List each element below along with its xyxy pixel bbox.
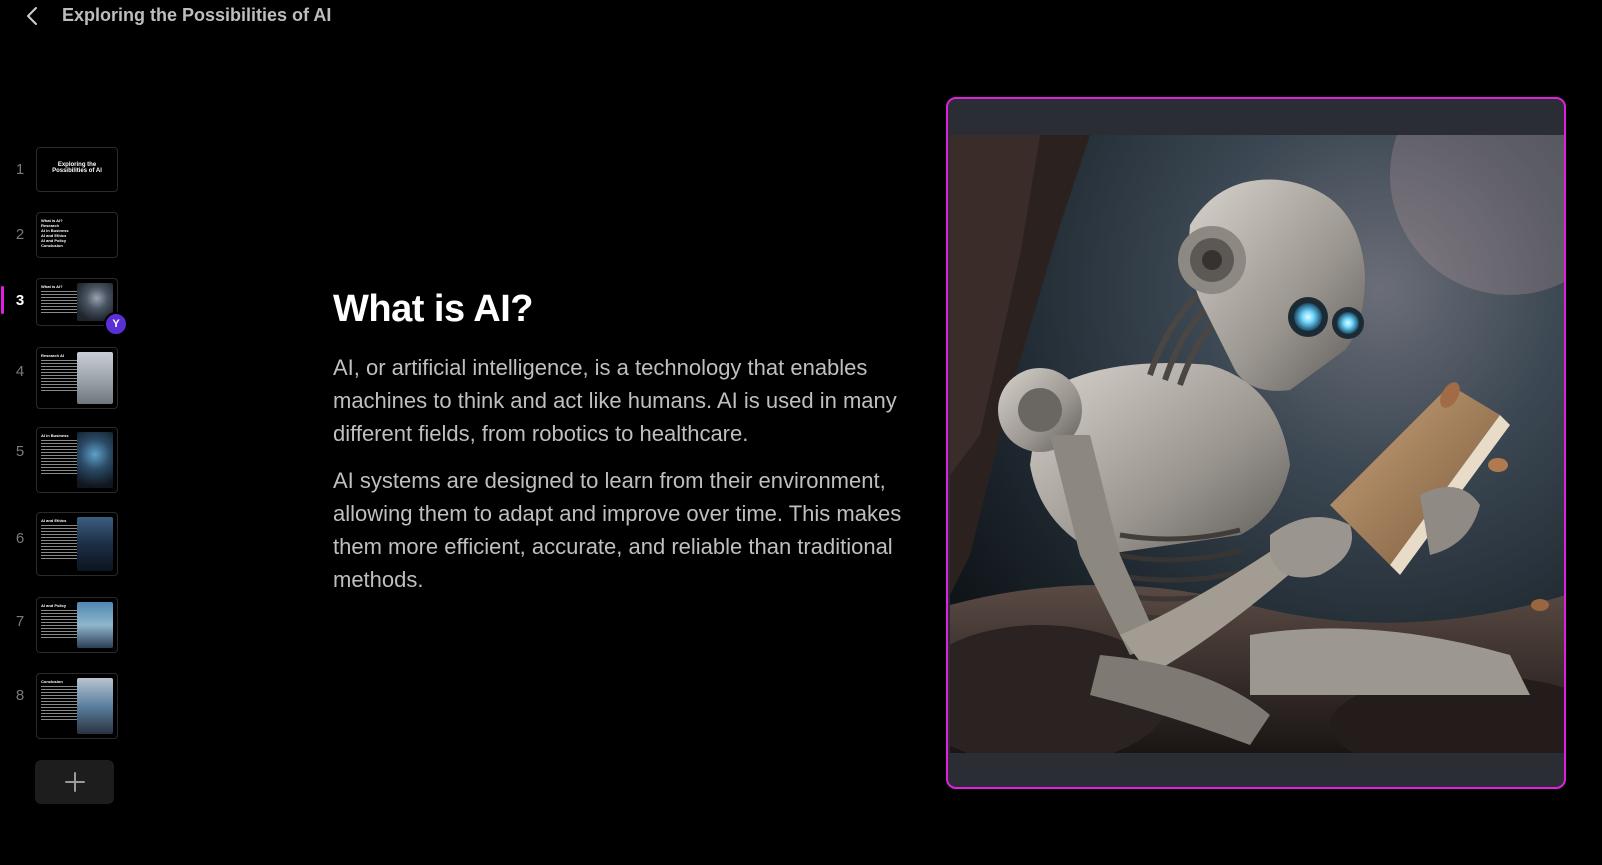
top-bar: Exploring the Possibilities of AI [0, 0, 1602, 36]
robot-reading-book-image [950, 135, 1564, 753]
robot-thumbnail-image [77, 678, 113, 734]
slide-number: 4 [15, 363, 25, 380]
document-title: Exploring the Possibilities of AI [62, 5, 332, 25]
slide-number: 3 [15, 292, 25, 309]
thumbnail-text-lines [41, 440, 77, 476]
thumbnail-title: Exploring the Possibilities of AI [52, 162, 102, 174]
robot-illustration [950, 135, 1564, 753]
slide-paragraph-1[interactable]: AI, or artificial intelligence, is a tec… [333, 351, 923, 450]
thumbnail-text-lines [41, 291, 77, 315]
slide-paragraph-2[interactable]: AI systems are designed to learn from th… [333, 464, 923, 596]
robot-thumbnail-image [77, 517, 113, 571]
slide-heading[interactable]: What is AI? [333, 288, 533, 331]
slide-thumbnail[interactable]: Research AI [36, 347, 118, 409]
slide-thumbnail[interactable]: What is AI? Research AI in Business AI a… [36, 212, 118, 258]
slide-number: 6 [15, 530, 25, 547]
slide-number: 5 [15, 443, 25, 460]
slide-image-frame[interactable] [946, 97, 1566, 789]
slide-number: 2 [15, 226, 25, 243]
thumbnail-text-lines [41, 610, 77, 640]
thumbnail-list: What is AI? Research AI in Business AI a… [41, 218, 69, 248]
robot-thumbnail-image [77, 432, 113, 488]
thumbnail-line: Conclusion [41, 243, 63, 248]
chevron-left-icon [27, 7, 37, 25]
thumbnail-title: AI in Business [41, 433, 69, 438]
thumbnail-text-lines [41, 525, 77, 561]
robot-thumbnail-image [77, 352, 113, 404]
slide-thumbnail[interactable]: AI and Ethics [36, 512, 118, 576]
slide-thumbnail[interactable]: AI and Policy [36, 597, 118, 653]
slide-thumbnail[interactable]: Conclusion [36, 673, 118, 739]
slide-number: 8 [15, 687, 25, 704]
thumbnail-text-lines [41, 360, 77, 393]
slide-thumbnail[interactable]: AI in Business [36, 427, 118, 493]
slide-thumbnail[interactable]: Exploring the Possibilities of AI [36, 147, 118, 192]
robot-thumbnail-image [77, 602, 113, 648]
thumbnail-text-lines [41, 686, 77, 722]
thumbnail-title: Conclusion [41, 679, 63, 684]
thumbnail-title: What is AI? [41, 284, 63, 289]
back-button[interactable] [20, 4, 44, 28]
avatar[interactable]: Y [104, 312, 128, 336]
thumbnail-title: AI and Ethics [41, 518, 67, 523]
add-slide-button[interactable] [35, 760, 114, 804]
plus-icon [64, 772, 85, 792]
thumbnail-title: AI and Policy [41, 603, 67, 608]
slide-number: 1 [15, 161, 25, 178]
active-slide-indicator [1, 286, 4, 314]
slide-number: 7 [15, 613, 25, 630]
slide-sidebar: 1 Exploring the Possibilities of AI 2 Wh… [0, 140, 140, 830]
thumbnail-title: Research AI [41, 353, 64, 358]
